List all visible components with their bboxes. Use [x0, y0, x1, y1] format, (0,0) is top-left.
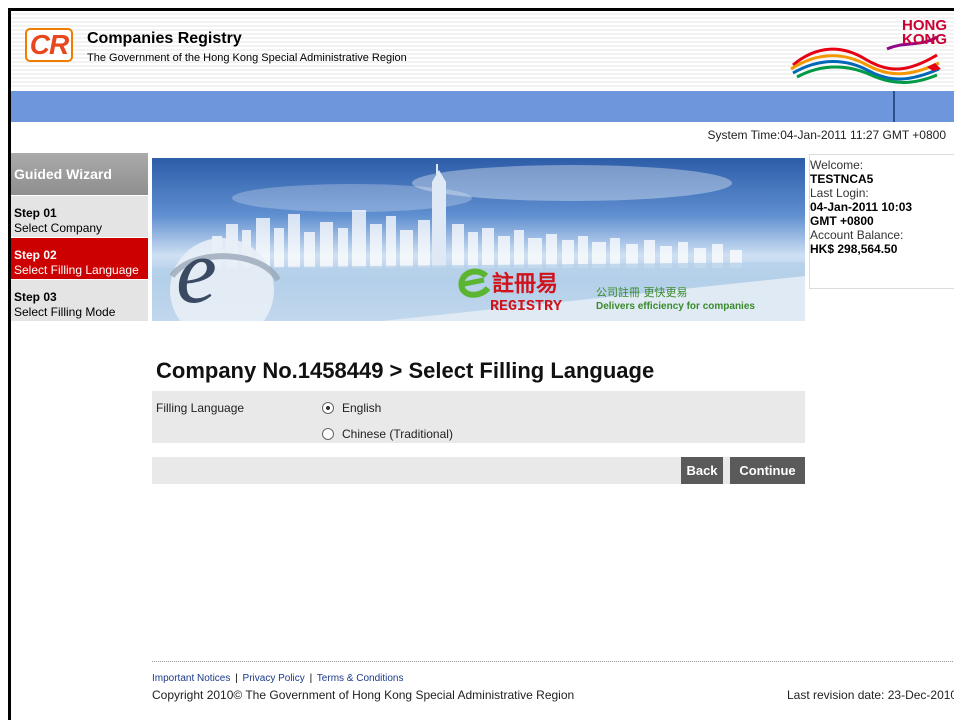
brand-line-2: KONG [902, 31, 947, 48]
account-balance-label: Account Balance: [810, 228, 904, 242]
revision-date: Last revision date: 23-Dec-2010 [787, 688, 954, 702]
step-label: Select Filling Mode [14, 305, 116, 319]
system-time: System Time:04-Jan-2011 11:27 GMT +0800 [707, 128, 946, 142]
org-title: Companies Registry [87, 30, 242, 47]
copyright: Copyright 2010© The Government of Hong K… [152, 688, 575, 702]
step-label: Select Company [14, 221, 103, 235]
wizard-sidebar: Guided Wizard Step 01 Select Company Ste… [11, 153, 148, 321]
e-registry-banner: e 註冊易 REGISTRY 公司註冊 更快更易 Delivers effici… [152, 158, 805, 321]
link-separator: | [235, 673, 238, 684]
cr-logo[interactable]: CR [25, 28, 73, 62]
footer-divider [152, 661, 954, 662]
privacy-policy-link[interactable]: Privacy Policy [243, 673, 305, 684]
welcome-panel: Welcome: TESTNCA5 Last Login: 04-Jan-201… [809, 154, 954, 289]
language-form: Filling Language English Chinese (Tradit… [152, 391, 805, 443]
page-title: Company No.1458449 > Select Filling Lang… [156, 358, 655, 383]
cr-logo-text: CR [29, 29, 69, 60]
step-label: Select Filling Language [14, 263, 139, 277]
radio-chinese-control[interactable] [322, 428, 334, 440]
link-separator: | [309, 673, 313, 684]
browser-frame: CR Companies Registry The Government of … [8, 8, 954, 720]
last-login-label: Last Login: [810, 186, 869, 200]
back-button[interactable]: Back [681, 457, 723, 484]
step-number: Step 01 [14, 206, 57, 220]
welcome-label: Welcome: [810, 158, 864, 172]
continue-button[interactable]: Continue [730, 457, 805, 484]
filling-language-label: Filling Language [156, 401, 245, 415]
registry-e-icon [456, 268, 491, 298]
radio-english-label: English [342, 401, 382, 415]
account-balance: HK$ 298,564.50 [810, 242, 898, 256]
radio-chinese-label: Chinese (Traditional) [342, 427, 453, 441]
wizard-title: Guided Wizard [11, 153, 148, 195]
chinese-title: 註冊易 [492, 272, 559, 297]
step-number: Step 02 [14, 248, 57, 262]
org-subtitle: The Government of the Hong Kong Special … [87, 52, 407, 64]
sidebar-item-step-01[interactable]: Step 01 Select Company [11, 195, 148, 237]
last-login-date: 04-Jan-2011 10:03 [810, 200, 913, 214]
top-nav-bar [11, 91, 954, 122]
last-login-timezone: GMT +0800 [810, 214, 874, 228]
sidebar-item-step-02[interactable]: Step 02 Select Filling Language [11, 237, 148, 279]
e-logo-icon: e [176, 220, 217, 321]
site-header: CR Companies Registry The Government of … [11, 11, 954, 89]
important-notices-link[interactable]: Important Notices [152, 673, 230, 684]
radio-chinese-traditional[interactable]: Chinese (Traditional) [322, 427, 453, 441]
registry-wordmark: REGISTRY [490, 298, 563, 315]
footer-links: Important Notices | Privacy Policy | Ter… [152, 673, 404, 684]
banner-slogan: Delivers efficiency for companies [596, 301, 755, 312]
terms-conditions-link[interactable]: Terms & Conditions [317, 673, 404, 684]
sidebar-item-step-03[interactable]: Step 03 Select Filling Mode [11, 279, 148, 321]
radio-english[interactable]: English [322, 401, 381, 415]
chinese-slogan: 公司註冊 更快更易 [596, 286, 688, 299]
hong-kong-brand-text: HONG KONG [902, 18, 947, 48]
username: TESTNCA5 [810, 172, 874, 186]
nav-divider [893, 91, 895, 122]
radio-english-control[interactable] [322, 402, 334, 414]
step-number: Step 03 [14, 290, 57, 304]
action-bar: Back Continue [152, 457, 805, 484]
hong-kong-brand-logo: HONG KONG [787, 18, 947, 84]
